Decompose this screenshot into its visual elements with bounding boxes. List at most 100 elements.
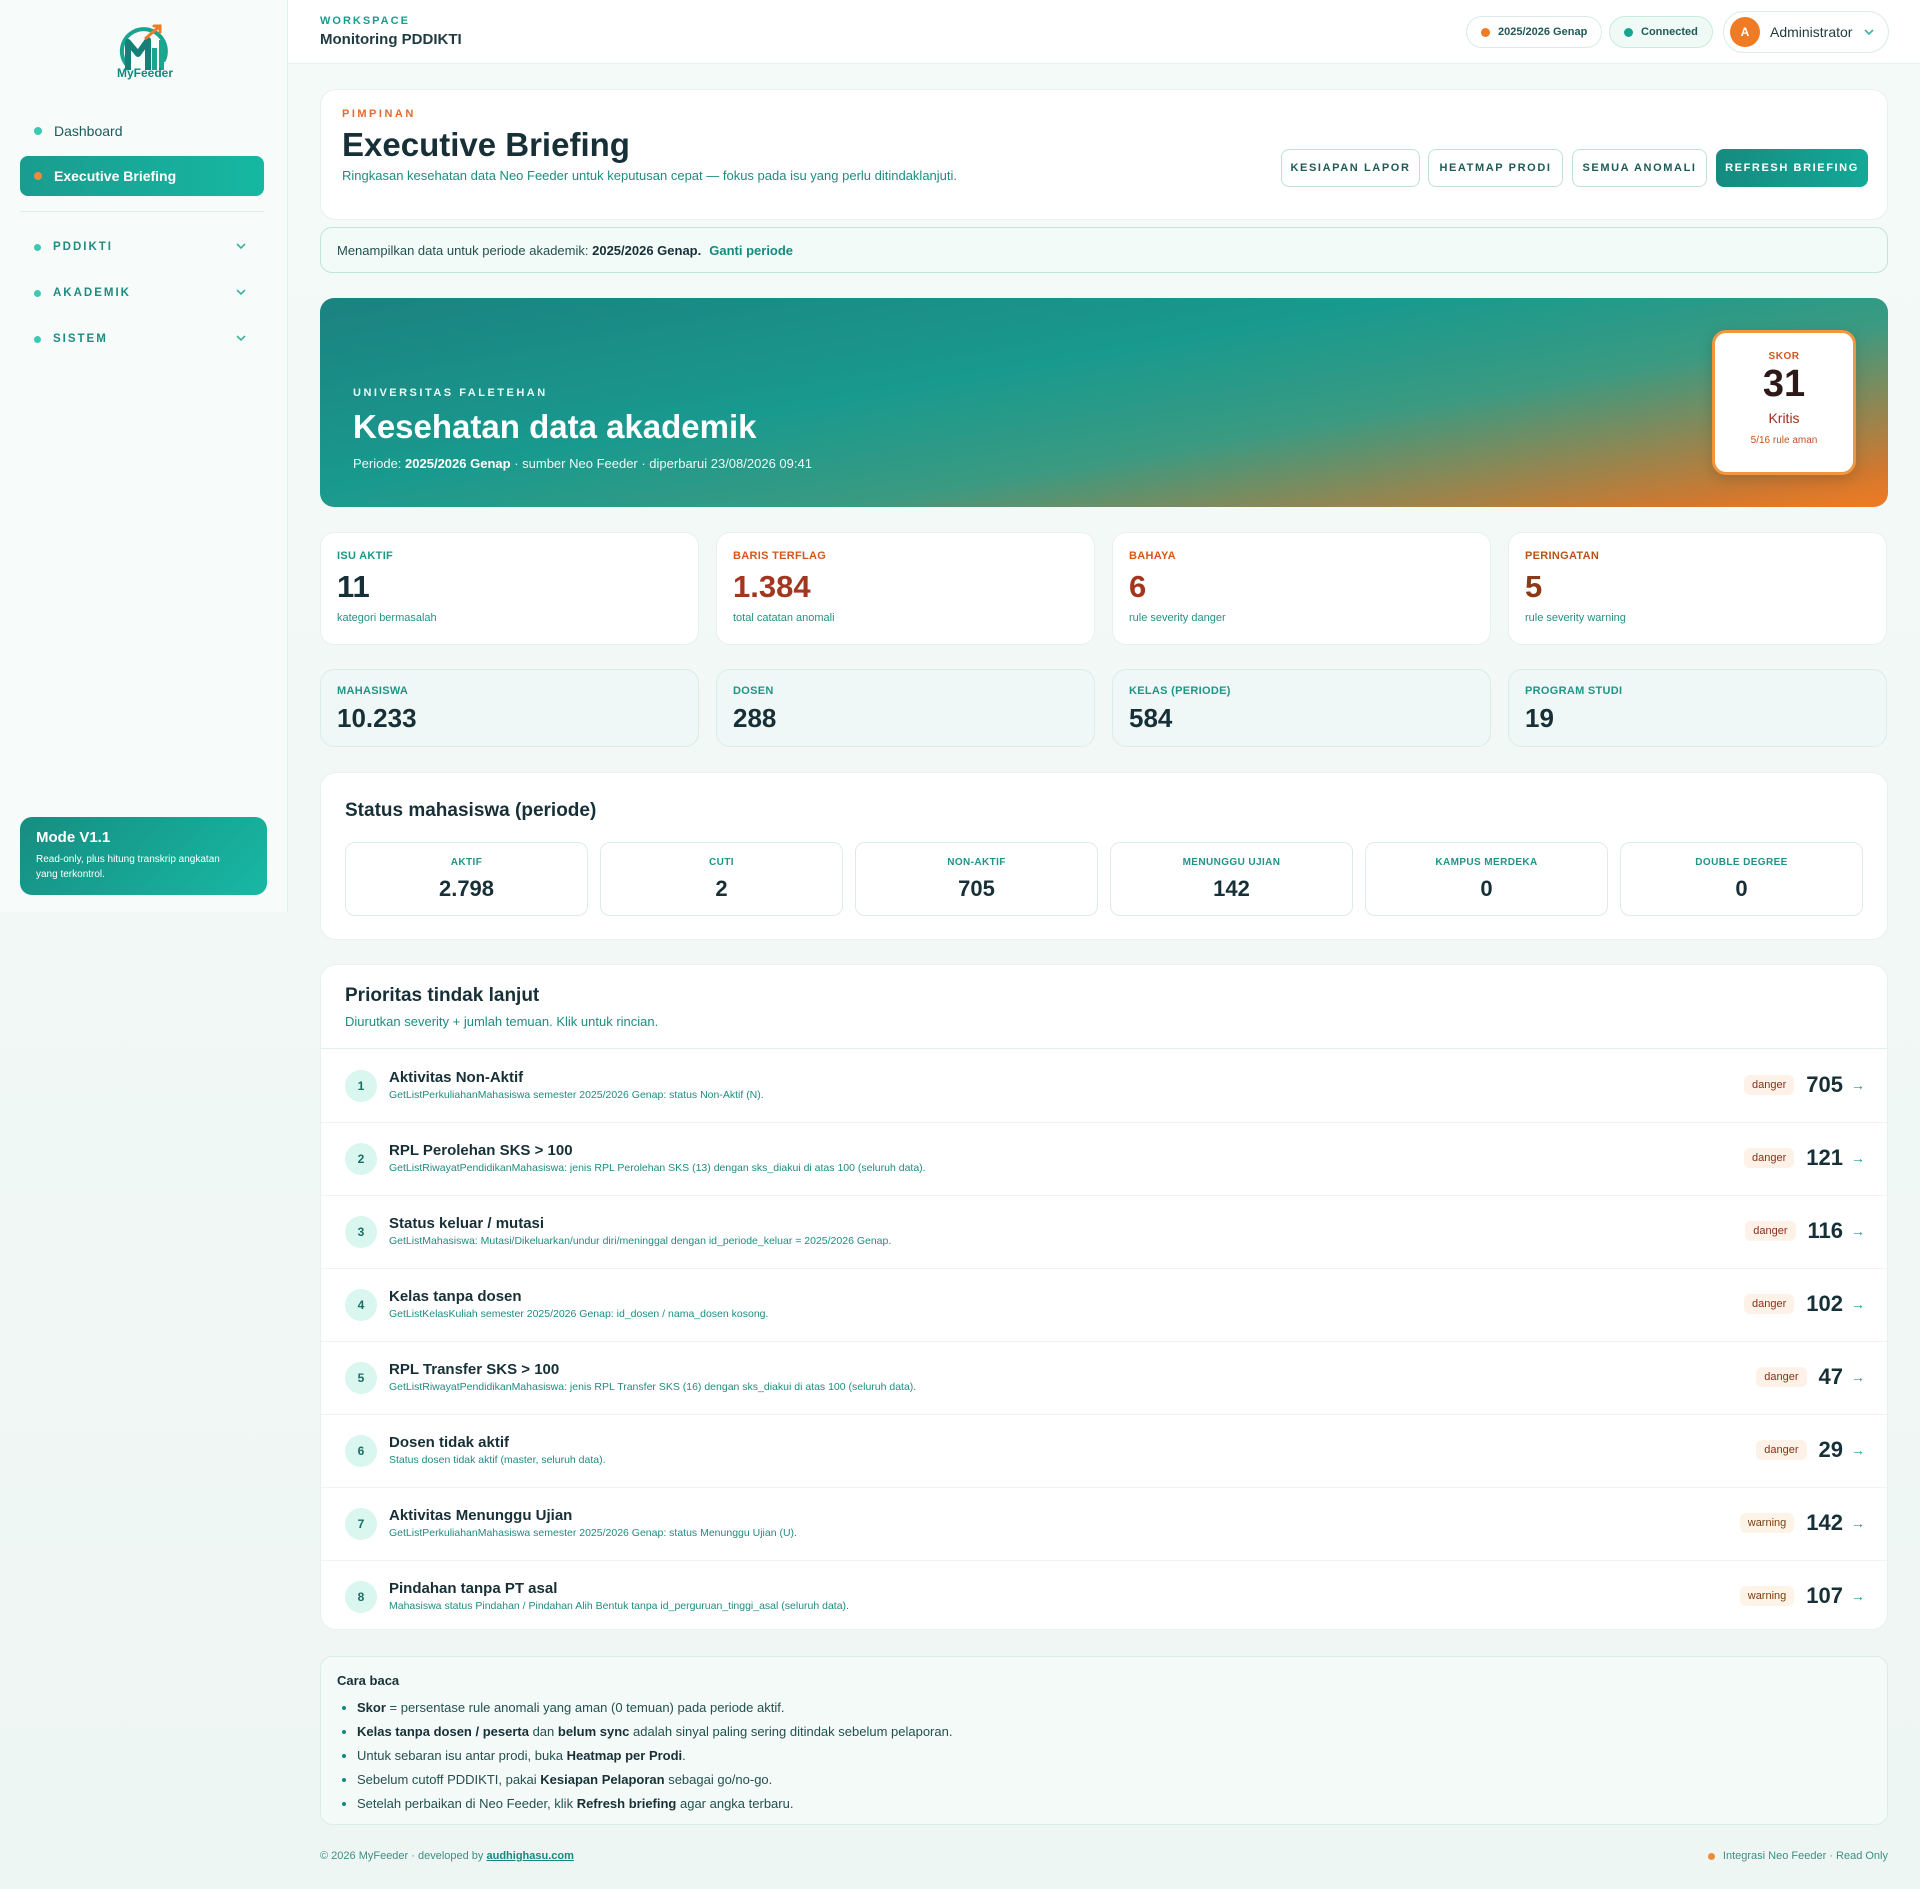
- status-box-cuti: CUTI 2: [600, 842, 843, 916]
- list-text: Setelah perbaikan di Neo Feeder, klik: [357, 1796, 577, 1811]
- list-text: dan: [528, 1724, 558, 1739]
- priority-rank: 1: [345, 1070, 377, 1102]
- section-title: Prioritas tindak lanjut: [345, 985, 540, 1006]
- emphasis: belum sync: [557, 1724, 630, 1739]
- user-menu[interactable]: A Administrator: [1723, 11, 1890, 53]
- priority-title: Pindahan tanpa PT asal: [389, 1580, 558, 1597]
- emphasis: Skor: [357, 1700, 386, 1715]
- readiness-button[interactable]: KESIAPAN LAPOR: [1281, 149, 1420, 187]
- dot-icon: [34, 172, 42, 180]
- priority-title: Dosen tidak aktif: [389, 1434, 510, 1451]
- workspace-label: WORKSPACE: [320, 15, 410, 27]
- priority-description: GetListPerkuliahanMahasiswa semester 202…: [389, 1089, 764, 1101]
- sidebar-divider: [20, 211, 264, 212]
- status-box-menunggu-ujian: MENUNGGU UJIAN 142: [1110, 842, 1353, 916]
- score-card: SKOR 31 Kritis 5/16 rule aman: [1712, 330, 1856, 475]
- priority-row[interactable]: 5 RPL Transfer SKS > 100 GetListRiwayatP…: [321, 1341, 1887, 1414]
- topbar: WORKSPACE Monitoring PDDIKTI 2025/2026 G…: [288, 0, 1920, 64]
- priority-description: Mahasiswa status Pindahan / Pindahan Ali…: [389, 1600, 849, 1612]
- refresh-briefing-button[interactable]: REFRESH BRIEFING: [1716, 149, 1868, 187]
- status-value: 142: [1213, 876, 1250, 901]
- arrow-right-icon: →: [1851, 1369, 1865, 1385]
- heatmap-button[interactable]: HEATMAP PRODI: [1428, 149, 1563, 187]
- dot-icon: [34, 335, 41, 343]
- total-value: 19: [1525, 703, 1554, 733]
- status-value: 2.798: [438, 876, 495, 901]
- page-subtitle: Ringkasan kesehatan data Neo Feeder untu…: [342, 168, 958, 183]
- priority-rank: 3: [345, 1216, 377, 1248]
- stat-value: 11: [337, 569, 370, 604]
- priority-rank: 5: [345, 1362, 377, 1394]
- status-label: AKTIF: [450, 857, 483, 868]
- myfeeder-logo-icon[interactable]: MyFeeder: [110, 20, 180, 90]
- sidebar-item-executive-briefing[interactable]: Executive Briefing: [20, 156, 264, 196]
- status-label: CUTI: [709, 857, 734, 868]
- panel-title: Cara baca: [337, 1673, 400, 1688]
- status-value: 2: [715, 876, 728, 901]
- priority-row[interactable]: 6 Dosen tidak aktif Status dosen tidak a…: [321, 1414, 1887, 1487]
- status-value: 0: [1480, 876, 1493, 901]
- stat-label: BAHAYA: [1129, 550, 1176, 562]
- severity-badge: danger: [1744, 1148, 1795, 1168]
- health-hero: UNIVERSITAS FALETEHAN Kesehatan data aka…: [320, 298, 1888, 507]
- priority-description: GetListPerkuliahanMahasiswa semester 202…: [389, 1527, 797, 1539]
- hero-meta-period: 2025/2026 Genap: [405, 456, 511, 471]
- stat-description: kategori bermasalah: [337, 612, 437, 624]
- stat-label: PERINGATAN: [1525, 550, 1600, 562]
- priority-rank: 8: [345, 1581, 377, 1613]
- stat-card-danger: BAHAYA 6 rule severity danger: [1112, 532, 1491, 645]
- status-dot-icon: [1624, 27, 1633, 37]
- all-anomalies-button[interactable]: SEMUA ANOMALI: [1572, 149, 1707, 187]
- sidebar-group-label: AKADEMIK: [53, 287, 131, 299]
- arrow-right-icon: →: [1851, 1296, 1865, 1312]
- priority-count: 142: [1806, 1510, 1843, 1535]
- list-text: agar angka terbaru.: [676, 1796, 794, 1811]
- stat-description: rule severity danger: [1129, 612, 1226, 624]
- priority-row[interactable]: 2 RPL Perolehan SKS > 100 GetListRiwayat…: [321, 1122, 1887, 1195]
- page-kicker: PIMPINAN: [342, 108, 416, 120]
- period-banner-value: 2025/2026 Genap.: [592, 242, 702, 258]
- footer-left: © 2026 MyFeeder · developed by audhighas…: [320, 1850, 574, 1862]
- footer-copyright: © 2026 MyFeeder · developed by: [320, 1850, 487, 1862]
- arrow-right-icon: →: [1851, 1150, 1865, 1166]
- priority-title: Status keluar / mutasi: [389, 1215, 545, 1232]
- list-text: Untuk sebaran isu antar prodi, buka: [357, 1748, 567, 1763]
- priority-count: 47: [1818, 1364, 1843, 1389]
- priority-rank: 4: [345, 1289, 377, 1321]
- hero-meta: Periode: 2025/2026 Genap · sumber Neo Fe…: [353, 456, 812, 471]
- sidebar-group-sistem[interactable]: SISTEM: [20, 324, 264, 354]
- sidebar-item-dashboard[interactable]: Dashboard: [20, 111, 264, 151]
- status-box-aktif: AKTIF 2.798: [345, 842, 588, 916]
- stat-card-warning: PERINGATAN 5 rule severity warning: [1508, 532, 1887, 645]
- developer-link[interactable]: audhighasu.com: [486, 1850, 573, 1862]
- chevron-down-icon: [236, 335, 246, 342]
- priority-rank: 2: [345, 1143, 377, 1175]
- status-box-double-degree: DOUBLE DEGREE 0: [1620, 842, 1863, 916]
- priority-row[interactable]: 8 Pindahan tanpa PT asal Mahasiswa statu…: [321, 1560, 1887, 1633]
- dot-icon: [34, 243, 41, 251]
- period-pill[interactable]: 2025/2026 Genap: [1466, 16, 1603, 48]
- change-period-link[interactable]: Ganti periode: [709, 243, 793, 258]
- score-value: 31: [1762, 363, 1806, 405]
- arrow-right-icon: →: [1851, 1442, 1865, 1458]
- total-card-prodi: PROGRAM STUDI 19: [1508, 669, 1887, 747]
- priority-row[interactable]: 1 Aktivitas Non-Aktif GetListPerkuliahan…: [321, 1049, 1887, 1122]
- stat-card-flagged-rows: BARIS TERFLAG 1.384 total catatan anomal…: [716, 532, 1095, 645]
- status-label: NON-AKTIF: [947, 857, 1006, 868]
- priority-title: RPL Perolehan SKS > 100: [389, 1142, 573, 1159]
- severity-badge: danger: [1745, 1221, 1796, 1241]
- sidebar-group-pddikti[interactable]: PDDIKTI: [20, 232, 264, 262]
- dot-icon: [34, 127, 42, 135]
- sidebar-group-akademik[interactable]: AKADEMIK: [20, 278, 264, 308]
- total-card-mahasiswa: MAHASISWA 10.233: [320, 669, 699, 747]
- priority-row[interactable]: 7 Aktivitas Menunggu Ujian GetListPerkul…: [321, 1487, 1887, 1560]
- status-label: DOUBLE DEGREE: [1695, 857, 1788, 868]
- chevron-down-icon: [236, 289, 246, 296]
- priority-row[interactable]: 3 Status keluar / mutasi GetListMahasisw…: [321, 1195, 1887, 1268]
- logo-text: MyFeeder: [116, 66, 174, 80]
- stat-value: 5: [1525, 569, 1543, 604]
- priority-row[interactable]: 4 Kelas tanpa dosen GetListKelasKuliah s…: [321, 1268, 1887, 1341]
- priority-title: RPL Transfer SKS > 100: [389, 1361, 560, 1378]
- total-card-kelas: KELAS (PERIODE) 584: [1112, 669, 1491, 747]
- student-status-section: Status mahasiswa (periode) AKTIF 2.798 C…: [320, 772, 1888, 940]
